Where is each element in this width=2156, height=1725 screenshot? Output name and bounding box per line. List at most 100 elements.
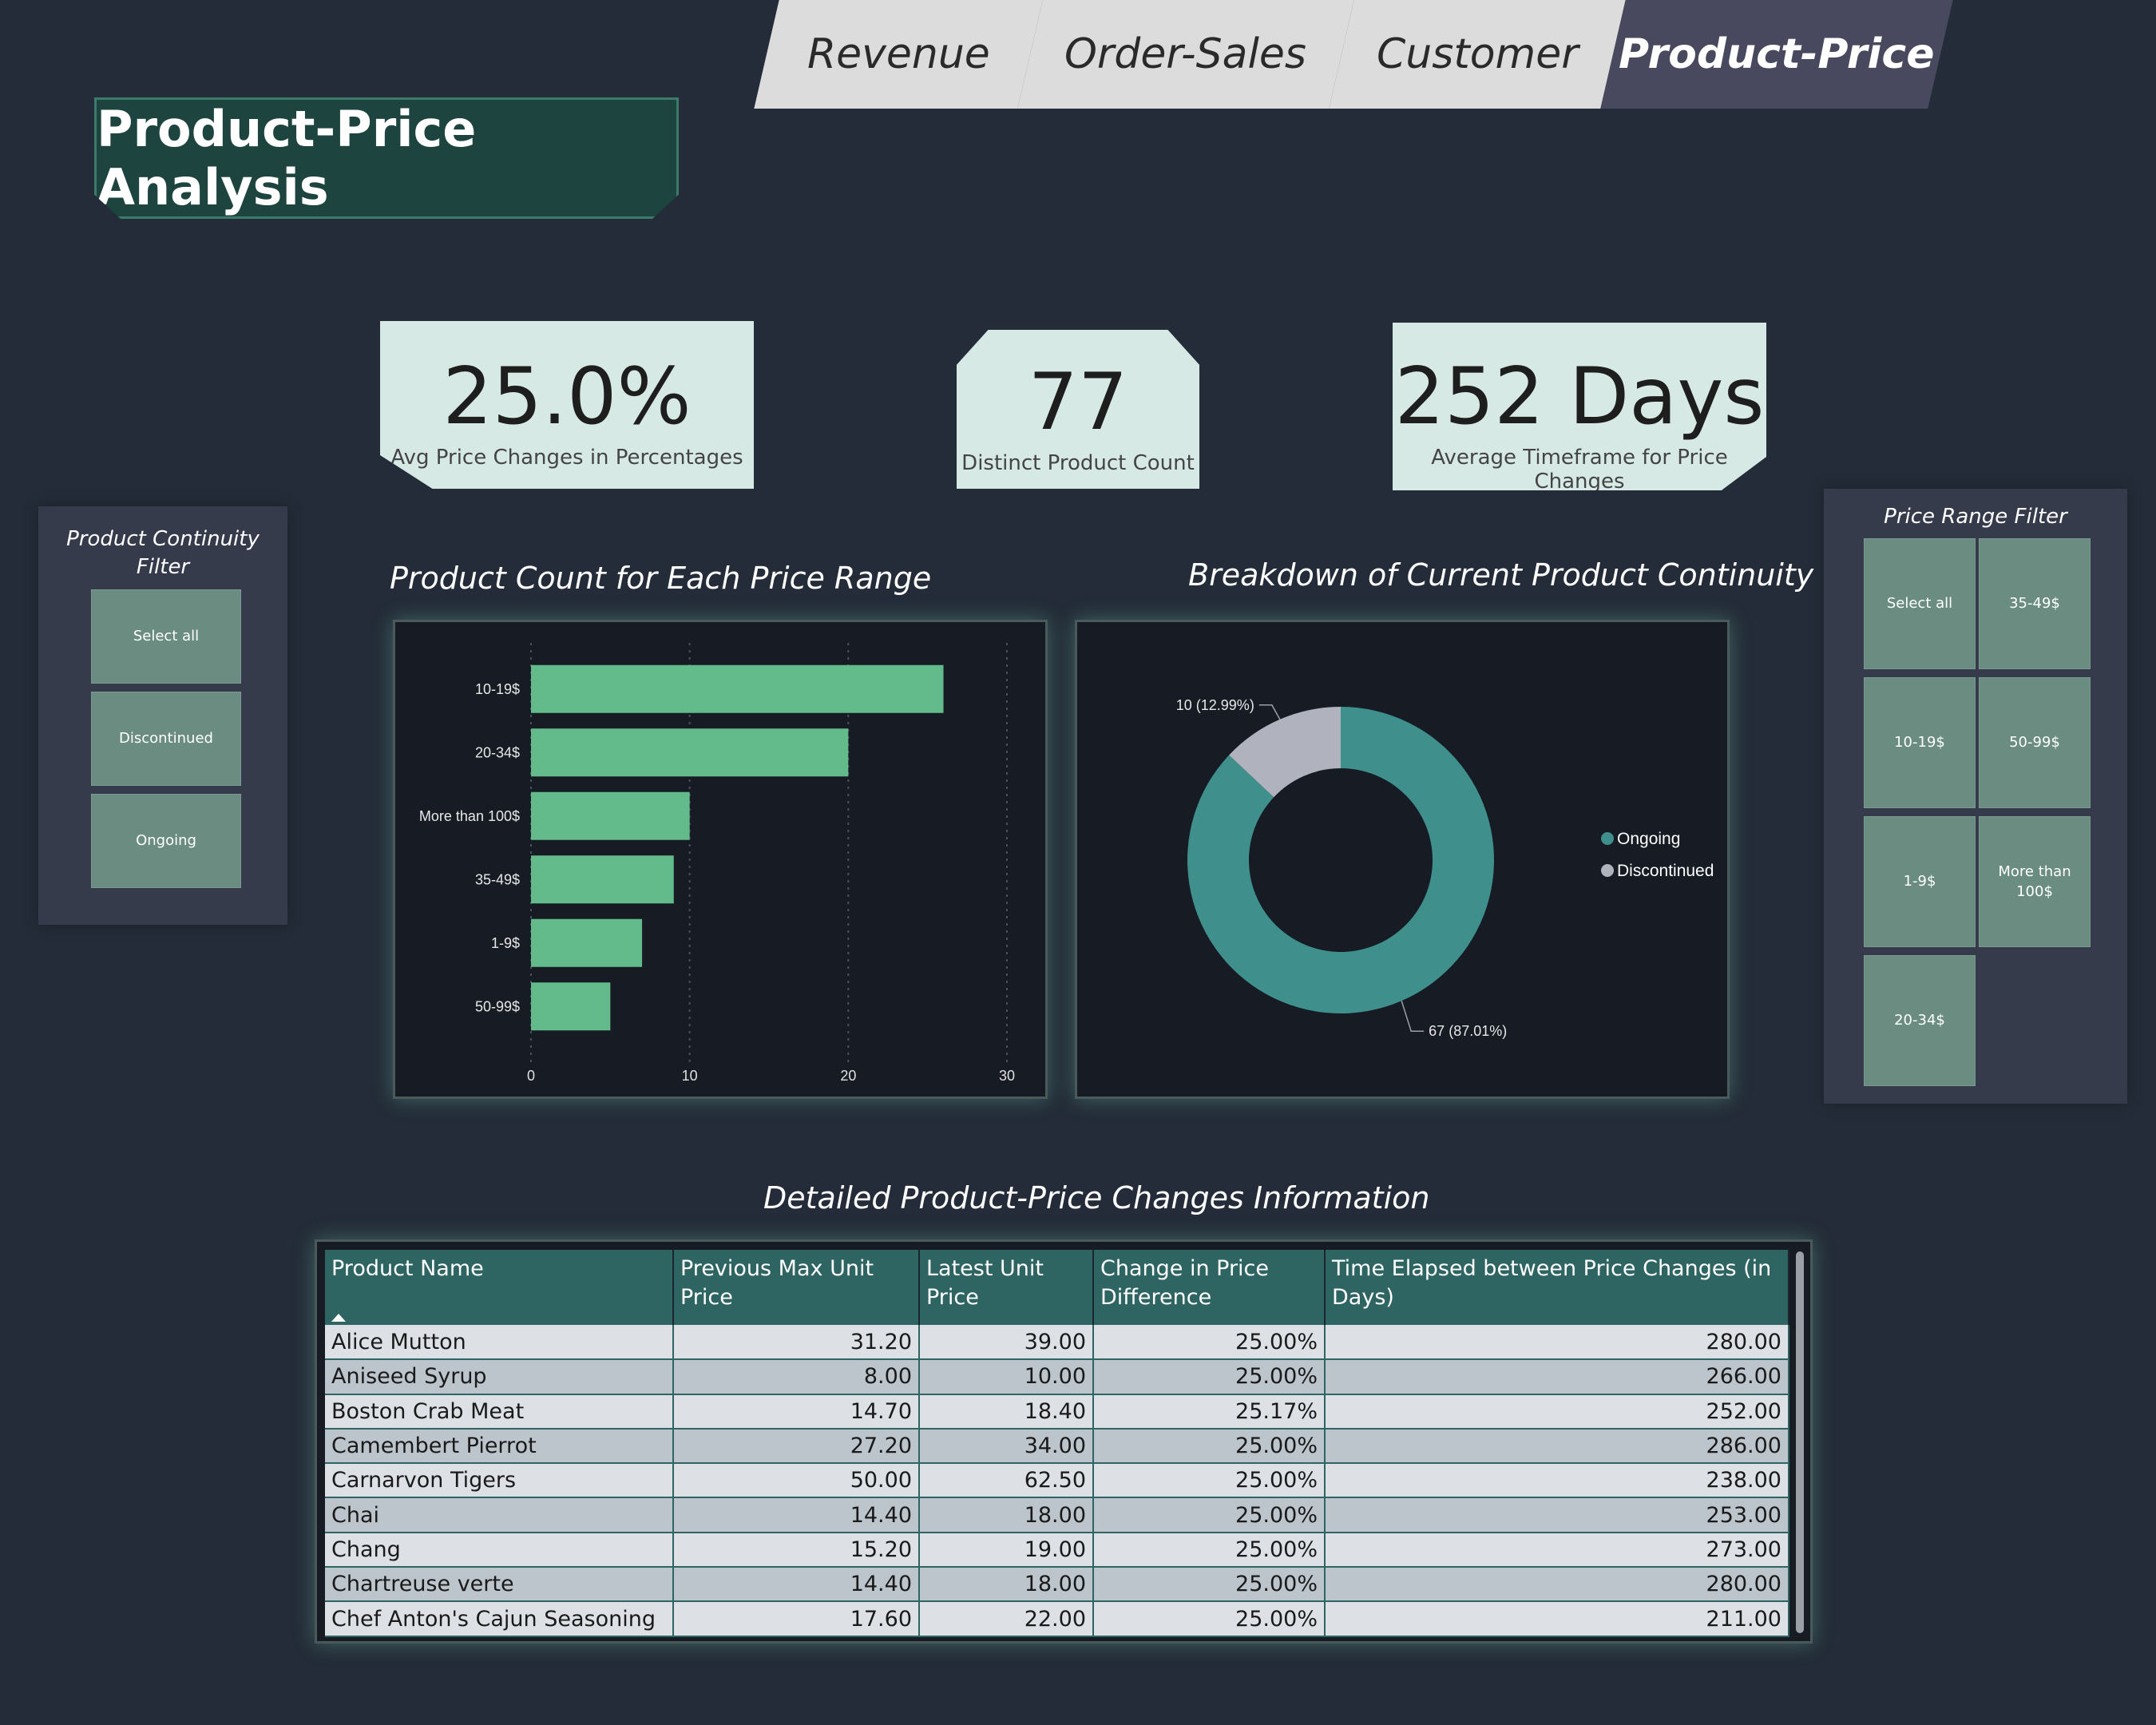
x-tick-label: 20 (840, 1068, 856, 1084)
y-tick-label: 10-19$ (475, 681, 520, 697)
kpi-avg-price-change-value: 25.0% (442, 351, 692, 442)
table-cell: 25.00% (1093, 1532, 1326, 1568)
table-row[interactable]: Carnarvon Tigers 50.00 62.50 25.00% 238.00 (325, 1463, 1789, 1499)
column-header-previous-max-unit-price[interactable]: Previous Max Unit Price (673, 1250, 920, 1325)
bar[interactable] (531, 664, 944, 713)
table-cell: 10.00 (919, 1359, 1094, 1395)
table-cell: 14.40 (673, 1497, 920, 1533)
table-cell: Carnarvon Tigers (325, 1463, 674, 1499)
kpi-avg-price-change: 25.0% Avg Price Changes in Percentages (380, 321, 754, 489)
column-header-latest-unit-price[interactable]: Latest Unit Price (919, 1250, 1094, 1325)
table-cell: Chartreuse verte (325, 1567, 674, 1603)
data-label: 67 (87.01%) (1429, 1023, 1507, 1039)
kpi-distinct-product-count: 77 Distinct Product Count (957, 330, 1199, 489)
table-cell: 50.00 (673, 1463, 920, 1499)
bar[interactable] (531, 728, 849, 777)
column-header-product-name[interactable]: Product Name (325, 1250, 674, 1325)
y-tick-label: 20-34$ (475, 744, 520, 760)
price-filter-select-all[interactable]: Select all (1864, 538, 1976, 669)
continuity-filter-discontinued[interactable]: Discontinued (91, 692, 241, 786)
tab-revenue[interactable]: Revenue (754, 0, 1043, 109)
continuity-filter-select-all[interactable]: Select all (91, 589, 241, 684)
price-filter-10-19[interactable]: 10-19$ (1864, 677, 1976, 808)
donut-chart-title: Breakdown of Current Product Continuity (1188, 557, 1814, 593)
bar[interactable] (531, 855, 674, 904)
data-label: 10 (12.99%) (1176, 697, 1254, 713)
bar-chart-svg: 0 10 20 30 10-19$ 20-34$ More than 100$ 35-49$ 1… (419, 643, 1015, 1084)
table-cell: Boston Crab Meat (325, 1394, 674, 1430)
table-cell: 273.00 (1325, 1532, 1789, 1568)
page-title: Product-Price Analysis (97, 100, 477, 216)
y-tick-label: 1-9$ (491, 935, 520, 951)
table-cell: 280.00 (1325, 1567, 1789, 1603)
table-cell: 22.00 (919, 1601, 1094, 1637)
donut-chart-svg: 67 (87.01%) 10 (12.99%) Ongoing Discontinue… (1176, 697, 1714, 1039)
table-cell: 25.00% (1093, 1359, 1326, 1395)
table-cell: Chang (325, 1532, 674, 1568)
price-filter-1-9[interactable]: 1-9$ (1864, 816, 1976, 947)
bar[interactable] (531, 918, 643, 967)
table-cell: 18.00 (919, 1567, 1094, 1603)
table-cell: 31.20 (673, 1325, 920, 1361)
table-scrollbar[interactable] (1796, 1251, 1804, 1633)
kpi-distinct-product-count-label: Distinct Product Count (961, 451, 1195, 475)
legend-label[interactable]: Discontinued (1617, 862, 1714, 880)
price-filter-20-34[interactable]: 20-34$ (1864, 955, 1976, 1086)
tab-order-sales[interactable]: Order-Sales (1017, 0, 1354, 109)
column-header-change-in-price-difference[interactable]: Change in Price Difference (1093, 1250, 1326, 1325)
tab-revenue-label: Revenue (807, 30, 990, 78)
legend-marker (1601, 832, 1614, 845)
table-cell: 62.50 (919, 1463, 1094, 1499)
y-tick-label: 50-99$ (475, 998, 520, 1014)
tab-product-price[interactable]: Product-Price (1600, 0, 1953, 109)
kpi-avg-price-change-label: Avg Price Changes in Percentages (390, 446, 743, 470)
tab-product-price-label: Product-Price (1619, 30, 1935, 78)
table-cell: 266.00 (1325, 1359, 1789, 1395)
table-cell: 15.20 (673, 1532, 920, 1568)
table-cell: 39.00 (919, 1325, 1094, 1361)
table-title: Detailed Product-Price Changes Informati… (763, 1180, 1430, 1215)
table-row[interactable]: Camembert Pierrot 27.20 34.00 25.00% 286.00 (325, 1428, 1789, 1465)
price-filter-title: Price Range Filter (1884, 505, 2067, 529)
page-title-banner: Product-Price Analysis (94, 97, 679, 219)
table-row[interactable]: Chef Anton's Cajun Seasoning 17.60 22.00 25… (325, 1601, 1789, 1637)
continuity-filter-title: Product Continuity Filter (38, 525, 287, 581)
table-cell: 18.40 (919, 1394, 1094, 1430)
bar-chart-title: Product Count for Each Price Range (390, 561, 932, 596)
table-row[interactable]: Chai 14.40 18.00 25.00% 253.00 (325, 1497, 1789, 1533)
table-cell: 25.00% (1093, 1567, 1326, 1603)
price-filter-50-99[interactable]: 50-99$ (1979, 677, 2091, 808)
table-cell: 17.60 (673, 1601, 920, 1637)
column-header-time-elapsed[interactable]: Time Elapsed between Price Changes (in D… (1325, 1250, 1789, 1325)
table-row[interactable]: Alice Mutton 31.20 39.00 25.00% 280.00 (325, 1325, 1789, 1361)
legend-label[interactable]: Ongoing (1617, 830, 1680, 848)
table-cell: 253.00 (1325, 1497, 1789, 1533)
table-cell: Camembert Pierrot (325, 1428, 674, 1465)
navigation-tabs: Revenue Order-Sales Customer Product-Pri… (751, 0, 1964, 109)
table-row[interactable]: Boston Crab Meat 14.70 18.40 25.17% 252.00 (325, 1394, 1789, 1430)
table-row[interactable]: Chartreuse verte 14.40 18.00 25.00% 280.00 (325, 1567, 1789, 1603)
data-table: Product Name Previous Max Unit Price Lat… (325, 1250, 1789, 1637)
table-cell: 8.00 (673, 1359, 920, 1395)
table-row[interactable]: Aniseed Syrup 8.00 10.00 25.00% 266.00 (325, 1359, 1789, 1395)
y-tick-label: 35-49$ (475, 871, 520, 887)
y-tick-label: More than 100$ (419, 808, 520, 824)
table-cell: 14.70 (673, 1394, 920, 1430)
continuity-filter-ongoing[interactable]: Ongoing (91, 794, 241, 888)
table-row[interactable]: Chang 15.20 19.00 25.00% 273.00 (325, 1532, 1789, 1568)
price-filter-35-49[interactable]: 35-49$ (1979, 538, 2091, 669)
x-tick-label: 0 (527, 1068, 535, 1084)
leader-line (1401, 1001, 1425, 1032)
bar[interactable] (531, 791, 690, 840)
table-cell: 280.00 (1325, 1325, 1789, 1361)
table-cell: Chai (325, 1497, 674, 1533)
table-cell: 25.00% (1093, 1601, 1326, 1637)
tab-customer[interactable]: Customer (1329, 0, 1626, 109)
price-filter-more-than-100[interactable]: More than 100$ (1979, 816, 2091, 947)
table-cell: 252.00 (1325, 1394, 1789, 1430)
kpi-avg-timeframe: 252 Days Average Timeframe for Price Cha… (1393, 323, 1766, 490)
table-cell: Aniseed Syrup (325, 1359, 674, 1395)
table-cell: 27.20 (673, 1428, 920, 1465)
bar[interactable] (531, 982, 611, 1031)
product-continuity-filter: Product Continuity Filter Select all Dis… (38, 506, 287, 925)
